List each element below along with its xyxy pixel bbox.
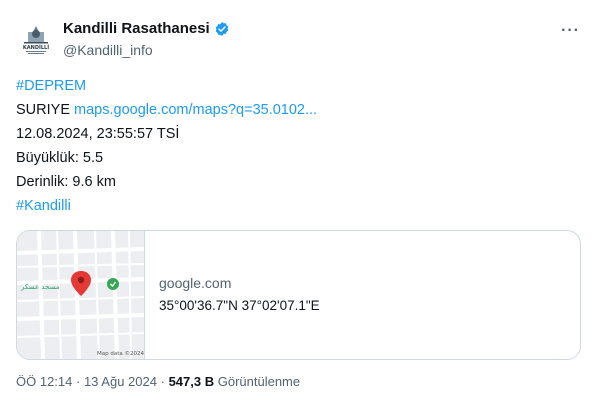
map-image: مسجد عسكر Map data ©2024 [17, 231, 144, 359]
hashtag-kandilli[interactable]: #Kandilli [16, 198, 71, 214]
map-link[interactable]: maps.google.com/maps?q=35.0102... [74, 102, 317, 118]
tweet-header: KANDİLLİ Kandilli Rasathanesi @Kandilli_… [16, 12, 584, 62]
tweet-date[interactable]: 13 Ağu 2024 [84, 374, 157, 389]
author-names: Kandilli Rasathanesi @Kandilli_info [63, 20, 230, 60]
depth-text: Derinlik: 9.6 km [16, 174, 116, 190]
avatar-text: KANDİLLİ [23, 44, 49, 51]
meta-separator: · [76, 374, 84, 389]
avatar[interactable]: KANDİLLİ [16, 20, 56, 60]
author-handle[interactable]: @Kandilli_info [63, 40, 230, 60]
map-place-label: مسجد عسكر [20, 283, 60, 291]
magnitude-text: Büyüklük: 5.5 [16, 150, 104, 166]
tweet-meta: ÖÖ 12:14 · 13 Ağu 2024 · 547,3 B Görüntü… [16, 374, 300, 389]
datetime-text: 12.08.2024, 23:55:57 TSİ [16, 126, 180, 142]
views-label: Görüntülenme [217, 374, 301, 389]
author-display-name[interactable]: Kandilli Rasathanesi [63, 20, 210, 38]
tweet: KANDİLLİ Kandilli Rasathanesi @Kandilli_… [0, 0, 597, 406]
map-credit: Map data ©2024 [97, 350, 144, 357]
tweet-body: #DEPREM SURIYE maps.google.com/maps?q=35… [16, 74, 317, 218]
card-text[interactable]: google.com 35°00'36.7"N 37°02'07.1"E [159, 273, 320, 317]
hashtag-deprem[interactable]: #DEPREM [16, 78, 86, 94]
place-marker-icon [107, 278, 119, 290]
observatory-logo-icon: KANDİLLİ [23, 26, 49, 54]
view-count: 547,3 B [168, 374, 215, 389]
verified-badge-icon [215, 22, 228, 36]
location-text: SURIYE [16, 102, 70, 118]
tweet-time[interactable]: ÖÖ 12:14 [16, 374, 72, 389]
card-coordinates: 35°00'36.7"N 37°02'07.1"E [159, 298, 320, 313]
more-options-icon[interactable]: ··· [561, 22, 580, 40]
card-domain: google.com [159, 275, 232, 291]
map-thumbnail[interactable]: مسجد عسكر Map data ©2024 [17, 231, 145, 359]
link-card[interactable]: مسجد عسكر Map data ©2024 google.com 35°0… [16, 230, 581, 360]
meta-separator: · [160, 374, 169, 389]
author-display-name-row[interactable]: Kandilli Rasathanesi [63, 20, 230, 38]
